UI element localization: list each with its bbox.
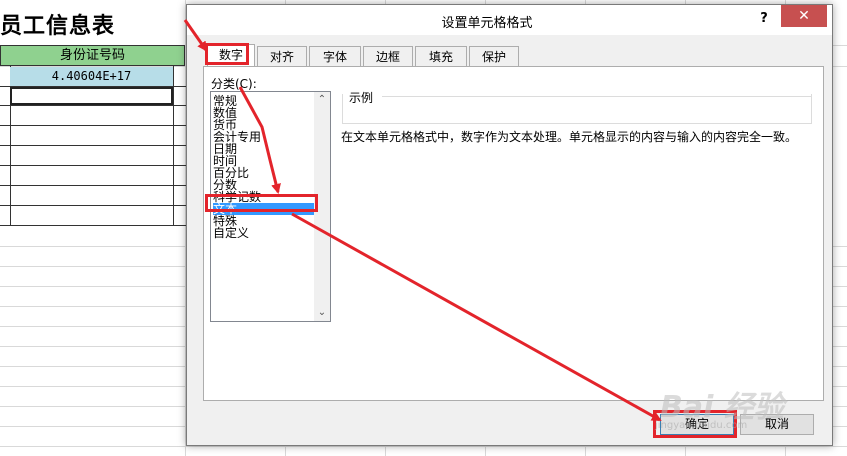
baidu-watermark-url: jingyan.baidu.com	[655, 420, 748, 431]
arrow-to-number-tab	[183, 19, 208, 52]
arrow-to-text-category	[238, 86, 281, 194]
arrow-to-ok-button	[291, 212, 662, 422]
highlight-text-category	[205, 194, 318, 212]
highlight-number-tab	[205, 43, 249, 65]
